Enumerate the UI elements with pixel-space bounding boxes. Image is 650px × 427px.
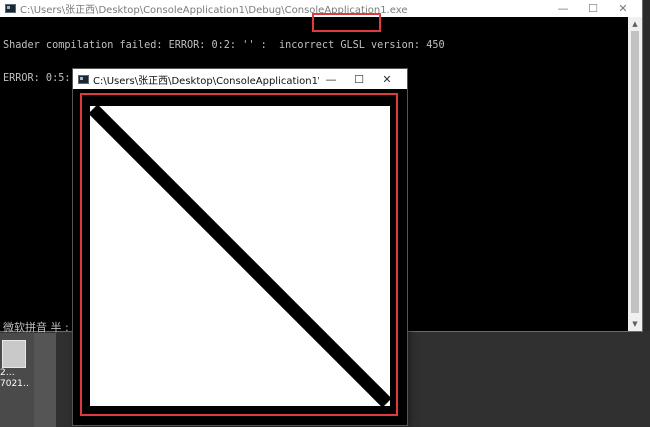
desktop-panel-strip [34, 333, 56, 427]
gl-window-title: C:\Users\张正西\Desktop\ConsoleApplication1… [93, 75, 319, 87]
gl-close-icon[interactable]: ✕ [373, 69, 401, 89]
console-line-1: Shader compilation failed: ERROR: 0:2: '… [3, 40, 445, 51]
version-highlight-box [312, 13, 381, 32]
console-minimize-icon[interactable]: — [548, 0, 578, 17]
scroll-up-icon[interactable]: ▲ [628, 17, 642, 31]
desktop-file-icon[interactable] [2, 340, 26, 368]
canvas-highlight-box [80, 93, 398, 416]
gl-titlebar[interactable]: C:\Users\张正西\Desktop\ConsoleApplication1… [73, 69, 407, 89]
console-close-icon[interactable]: ✕ [608, 0, 638, 17]
scrollbar-thumb[interactable] [631, 31, 639, 313]
desktop-file-label[interactable]: 2… 7021… [0, 368, 30, 390]
ime-status-text: 微软拼音 半 : [3, 321, 69, 334]
scroll-down-icon[interactable]: ▼ [628, 317, 642, 331]
console-scrollbar[interactable]: ▲ ▼ [628, 17, 642, 331]
gl-minimize-icon[interactable]: — [317, 69, 345, 89]
gl-maximize-icon[interactable]: ☐ [345, 69, 373, 89]
gl-app-icon [78, 74, 89, 84]
console-app-icon [5, 4, 16, 13]
console-maximize-icon[interactable]: ☐ [578, 0, 608, 17]
